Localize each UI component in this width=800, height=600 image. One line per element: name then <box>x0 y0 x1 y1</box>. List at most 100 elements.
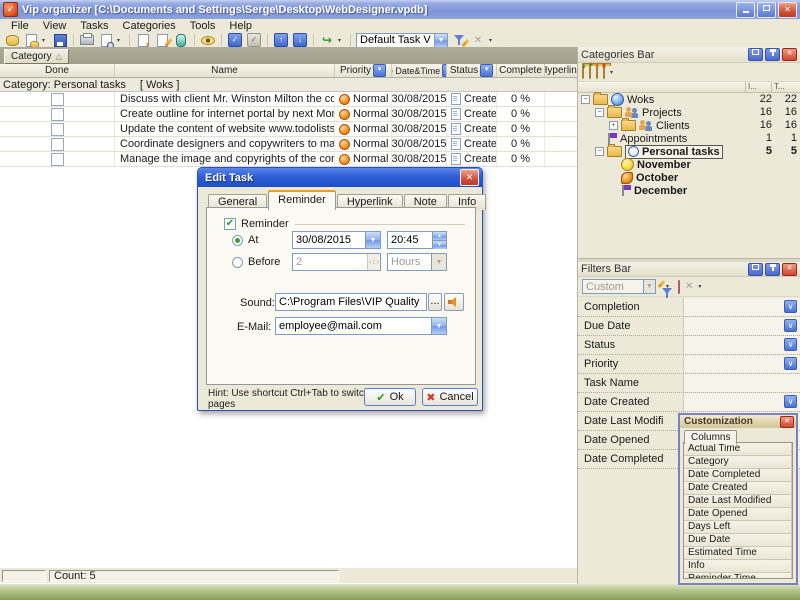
column-chooser-item[interactable]: Days Left <box>684 521 792 534</box>
collapse-icon[interactable]: − <box>595 147 604 156</box>
cancel-button[interactable]: ✖ Cancel <box>422 388 478 406</box>
filter-value[interactable]: ∨ <box>684 298 800 316</box>
tree-col-items[interactable]: I... <box>745 82 772 92</box>
export-dropdown-icon[interactable]: ▾ <box>338 37 345 44</box>
filter-value[interactable] <box>684 374 800 392</box>
filter-preset-input[interactable] <box>583 281 643 293</box>
new-task-icon[interactable] <box>135 34 151 47</box>
done-checkbox[interactable] <box>51 93 64 106</box>
filter-value[interactable]: ∨ <box>684 336 800 354</box>
menu-view[interactable]: View <box>36 19 74 33</box>
filter-view-icon[interactable] <box>451 34 467 47</box>
column-chooser-item[interactable]: Date Completed <box>684 469 792 482</box>
column-header-complete[interactable]: Complete <box>497 64 545 77</box>
reminder-date-combobox[interactable]: ▼ <box>292 231 381 249</box>
clear-filter-icon[interactable] <box>678 281 680 293</box>
categories-overflow-icon[interactable]: ▾ <box>610 69 617 76</box>
column-chooser-item[interactable]: Reminder Time <box>684 573 792 579</box>
edit-category-icon[interactable]: ✎ <box>596 66 598 78</box>
filter-chevron-icon[interactable]: ∨ <box>784 338 797 351</box>
column-header-name[interactable]: Name <box>115 64 335 77</box>
sound-field[interactable] <box>275 293 427 311</box>
menu-tools[interactable]: Tools <box>183 19 223 33</box>
clear-view-icon[interactable]: ✕ <box>470 34 486 47</box>
database-icon[interactable] <box>4 34 20 47</box>
task-row[interactable]: Update the content of website www.todoli… <box>0 122 577 137</box>
ok-button[interactable]: ✔ Ok <box>364 388 416 406</box>
save-icon[interactable] <box>52 34 68 47</box>
mark-complete-icon[interactable]: ✓ <box>227 34 243 47</box>
dialog-close-icon[interactable]: ✕ <box>460 169 479 186</box>
new-database-icon[interactable] <box>23 34 39 47</box>
delete-filter-icon[interactable]: ✕ <box>685 281 693 292</box>
sound-input[interactable] <box>276 294 426 310</box>
reminder-date-dropdown-icon[interactable]: ▼ <box>365 232 380 248</box>
tree-item-clients[interactable]: + Clients 16 16 <box>578 119 800 132</box>
toolbar-overflow-icon[interactable]: ▾ <box>489 37 496 44</box>
tab-columns[interactable]: Columns <box>684 430 737 444</box>
filter-chevron-icon[interactable]: ∨ <box>784 357 797 370</box>
reminder-time-input[interactable] <box>388 232 432 248</box>
filter-value[interactable]: ∨ <box>684 355 800 373</box>
edit-task-icon[interactable] <box>154 34 170 47</box>
time-spinner-icons[interactable]: ▲▼ <box>432 232 446 248</box>
minimize-button[interactable] <box>736 2 755 18</box>
column-chooser-item[interactable]: Date Opened <box>684 508 792 521</box>
status-filter-dropdown-icon[interactable]: ▾ <box>480 64 493 77</box>
close-button[interactable]: ✕ <box>778 2 797 18</box>
print-dropdown-icon[interactable]: ▾ <box>117 37 124 44</box>
tree-item-december[interactable]: December <box>578 184 800 197</box>
column-header-priority[interactable]: Priority▾ <box>335 64 392 77</box>
task-row[interactable]: Manage the image and copyrights of the c… <box>0 152 577 167</box>
column-chooser-item[interactable]: Actual Time <box>684 443 792 456</box>
new-dropdown-icon[interactable]: ▾ <box>42 37 49 44</box>
print-preview-icon[interactable] <box>98 34 114 47</box>
column-chooser-item[interactable]: Estimated Time <box>684 547 792 560</box>
tree-item-projects[interactable]: − Projects 16 16 <box>578 106 800 119</box>
new-category-icon[interactable]: ↴ <box>582 66 584 78</box>
menu-file[interactable]: File <box>4 19 36 33</box>
menu-categories[interactable]: Categories <box>116 19 183 33</box>
at-radio[interactable] <box>232 235 243 246</box>
menu-help[interactable]: Help <box>222 19 259 33</box>
column-chooser-item[interactable]: Due Date <box>684 534 792 547</box>
print-icon[interactable] <box>79 34 95 47</box>
task-view-dropdown-icon[interactable]: ▼ <box>434 34 447 47</box>
tab-reminder[interactable]: Reminder <box>268 190 336 210</box>
done-checkbox[interactable] <box>51 108 64 121</box>
before-radio[interactable] <box>232 257 243 268</box>
menu-tasks[interactable]: Tasks <box>73 19 115 33</box>
export-icon[interactable]: ↪ <box>319 34 335 47</box>
done-checkbox[interactable] <box>51 153 64 166</box>
collapse-icon[interactable]: − <box>581 95 590 104</box>
filters-pin-icon[interactable] <box>765 263 780 276</box>
filters-overflow-icon[interactable]: ▾ <box>698 283 705 290</box>
reminder-checkbox[interactable]: ✔ <box>224 218 236 230</box>
email-dropdown-icon[interactable]: ▼ <box>431 318 446 334</box>
view-task-icon[interactable] <box>200 34 216 47</box>
group-by-category-button[interactable]: Category △ <box>4 49 69 64</box>
filter-value[interactable]: ∨ <box>684 393 800 411</box>
tree-col-total[interactable]: T... <box>771 82 800 92</box>
tree-item-personal-tasks[interactable]: − Personal tasks 5 5 <box>578 145 800 158</box>
delete-category-icon[interactable]: ✕ <box>603 66 605 78</box>
tree-item-october[interactable]: October <box>578 171 800 184</box>
column-header-done[interactable]: Done <box>0 64 115 77</box>
reminder-time-spinner[interactable]: ▲▼ <box>387 231 447 249</box>
email-input[interactable] <box>276 318 431 334</box>
categories-maximize-icon[interactable] <box>748 48 763 61</box>
drag-task-icon[interactable] <box>173 34 189 47</box>
column-header-due-date[interactable]: ue Date&Time▾ <box>392 64 447 77</box>
task-row[interactable]: Discuss with client Mr. Winston Milton t… <box>0 92 577 107</box>
email-combobox[interactable]: ▼ <box>275 317 447 335</box>
filter-chevron-icon[interactable]: ∨ <box>784 300 797 313</box>
column-header-hyperlink[interactable]: Hyperlink <box>545 64 577 77</box>
filter-chevron-icon[interactable]: ∨ <box>784 319 797 332</box>
filter-value[interactable]: ∨ <box>684 317 800 335</box>
restore-button[interactable] <box>757 2 776 18</box>
task-view-combobox[interactable]: ▼ <box>356 33 448 48</box>
filters-maximize-icon[interactable] <box>748 263 763 276</box>
priority-filter-dropdown-icon[interactable]: ▾ <box>373 64 386 77</box>
categories-close-icon[interactable]: ✕ <box>782 48 797 61</box>
task-view-input[interactable] <box>357 34 434 46</box>
